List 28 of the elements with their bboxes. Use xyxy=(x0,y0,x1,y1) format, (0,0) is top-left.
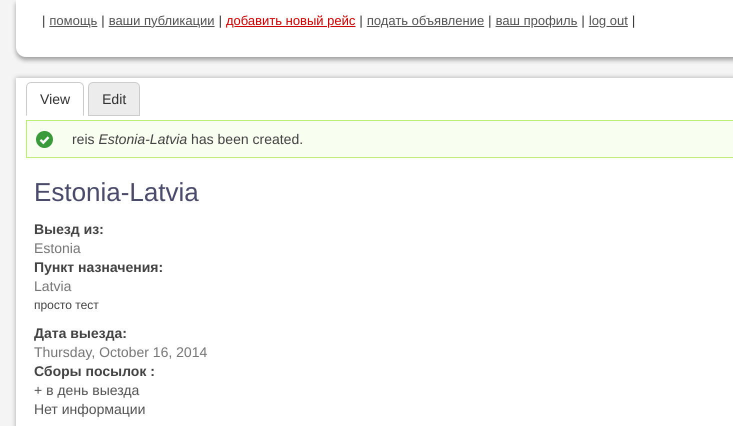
nav-link[interactable]: ваши публикации xyxy=(108,10,215,30)
field-label: Пункт назначения: xyxy=(34,258,164,277)
field-label: Сборы посылок : xyxy=(34,362,155,381)
field-value: Estonia xyxy=(34,239,81,258)
tab[interactable]: Edit xyxy=(88,82,140,116)
field-label: Дата выезда: xyxy=(34,324,127,343)
separator: | xyxy=(218,12,222,30)
nav-link[interactable]: ваш профиль xyxy=(496,10,578,30)
nav-link[interactable]: добавить новый рейс xyxy=(226,10,356,30)
nav-link[interactable]: log out xyxy=(588,10,628,30)
field-label: Выезд из: xyxy=(34,220,104,239)
separator: | xyxy=(101,12,105,30)
separator: | xyxy=(632,12,636,30)
field-text: + в день выезда xyxy=(34,381,140,400)
separator: | xyxy=(359,12,363,30)
page-title: Estonia-Latvia xyxy=(34,176,200,208)
separator: | xyxy=(488,12,492,30)
field-value: Latvia xyxy=(34,277,72,296)
field-note: просто тест xyxy=(34,297,99,314)
separator: | xyxy=(581,12,585,30)
tab[interactable]: View xyxy=(26,82,84,116)
check-icon xyxy=(36,130,53,148)
message-text: reis Estonia-Latvia has been created. xyxy=(72,130,304,148)
field-value: Thursday, October 16, 2014 xyxy=(34,343,208,362)
field-text: Нет информации xyxy=(34,400,146,419)
separator: | xyxy=(42,12,46,30)
nav-link[interactable]: помощь xyxy=(49,10,98,30)
nav-link[interactable]: подать объявление xyxy=(366,10,484,30)
